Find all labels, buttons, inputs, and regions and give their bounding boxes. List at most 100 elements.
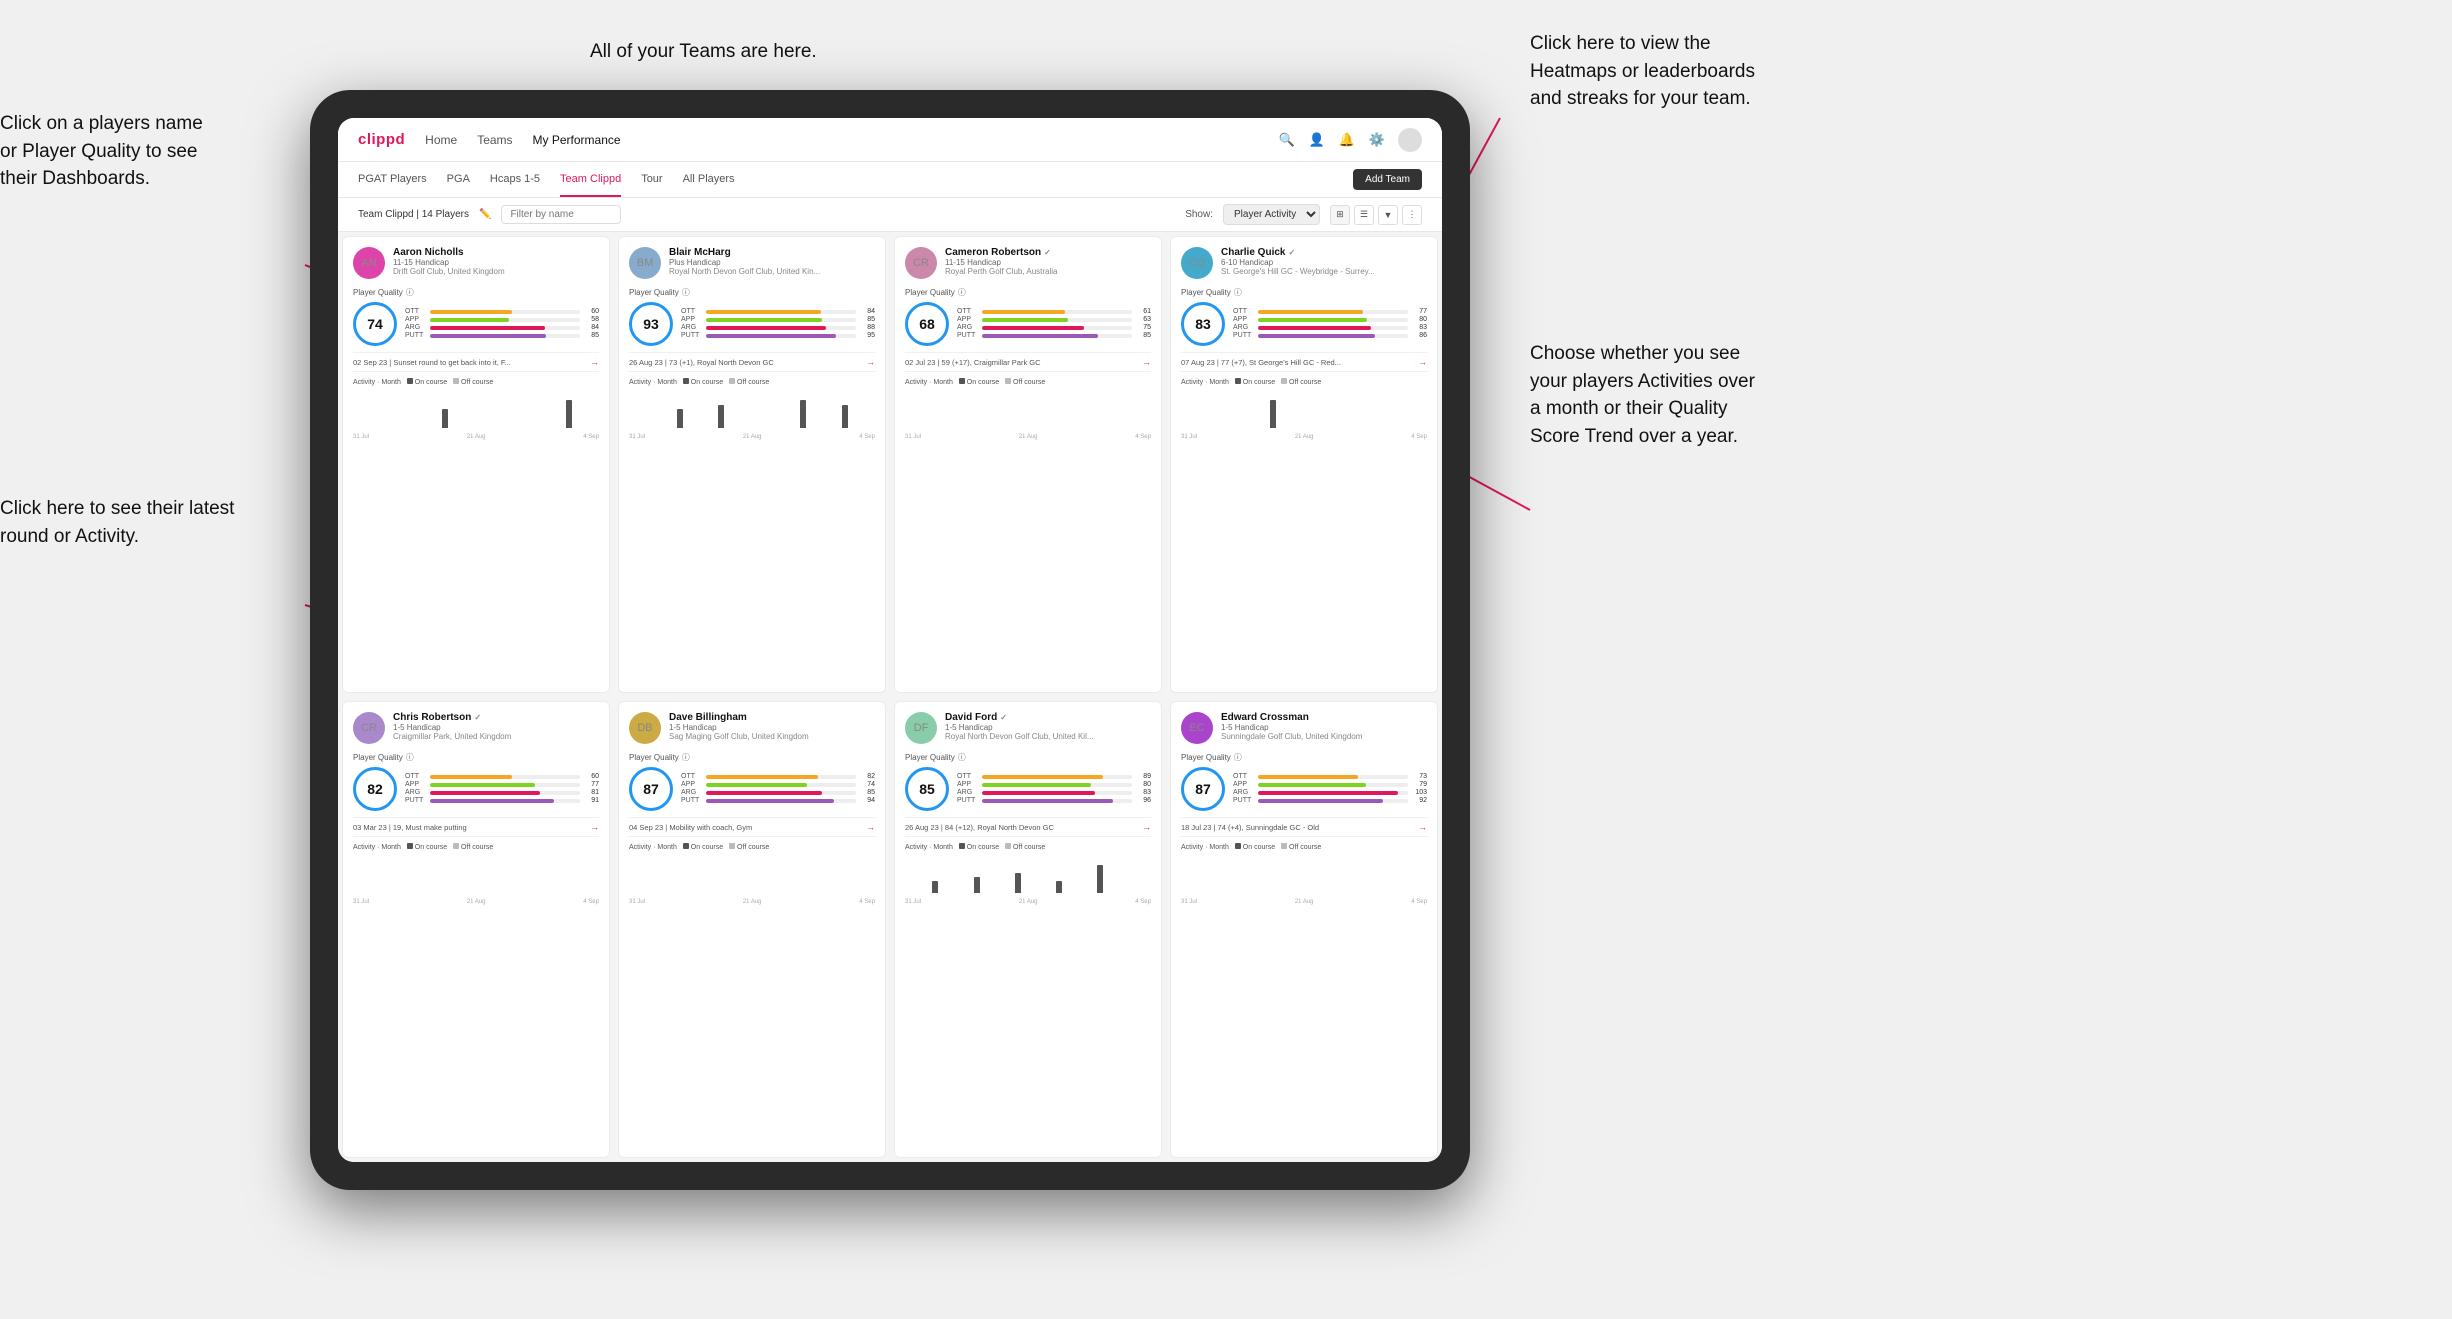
- quality-label: Player Quality ⓘ: [1181, 752, 1427, 763]
- quality-score[interactable]: 83: [1181, 302, 1225, 346]
- recent-round[interactable]: 26 Aug 23 | 84 (+12), Royal North Devon …: [905, 817, 1151, 837]
- nav-item-home[interactable]: Home: [425, 133, 457, 147]
- user-icon[interactable]: 👤: [1308, 131, 1326, 149]
- round-arrow[interactable]: →: [866, 357, 875, 367]
- round-arrow[interactable]: →: [590, 357, 599, 367]
- player-name[interactable]: Charlie Quick ✓: [1221, 247, 1427, 258]
- player-header: BM Blair McHarg Plus Handicap Royal Nort…: [629, 247, 875, 279]
- player-avatar: CQ: [1181, 247, 1213, 279]
- player-card[interactable]: AN Aaron Nicholls 11-15 Handicap Drift G…: [342, 236, 610, 693]
- nav-item-performance[interactable]: My Performance: [533, 133, 621, 147]
- subtab-pgat[interactable]: PGAT Players: [358, 162, 427, 197]
- quality-label: Player Quality ⓘ: [905, 752, 1151, 763]
- stat-row-arg: ARG 85: [681, 789, 875, 796]
- recent-round[interactable]: 18 Jul 23 | 74 (+4), Sunningdale GC - Ol…: [1181, 817, 1427, 837]
- nav-item-teams[interactable]: Teams: [477, 133, 512, 147]
- subtab-all-players[interactable]: All Players: [683, 162, 735, 197]
- recent-round[interactable]: 26 Aug 23 | 73 (+1), Royal North Devon G…: [629, 352, 875, 372]
- stat-row-ott: OTT 82: [681, 773, 875, 780]
- activity-label: Activity · Month On course Off course: [353, 378, 599, 386]
- quality-label: Player Quality ⓘ: [353, 752, 599, 763]
- quality-score[interactable]: 68: [905, 302, 949, 346]
- activity-chart: 31 Jul 21 Aug 4 Sep: [905, 390, 1151, 440]
- player-name[interactable]: David Ford ✓: [945, 712, 1151, 723]
- annotation-top-right: Click here to view theHeatmaps or leader…: [1530, 30, 1755, 113]
- filter-icon[interactable]: ▼: [1378, 205, 1398, 225]
- quality-stats: OTT 60 APP 58 ARG 84 PU: [405, 308, 599, 340]
- search-input[interactable]: [501, 205, 621, 224]
- settings-icon[interactable]: ⚙️: [1368, 131, 1386, 149]
- more-icon[interactable]: ⋮: [1402, 205, 1422, 225]
- player-club: Sunningdale Golf Club, United Kingdom: [1221, 732, 1427, 741]
- tablet-frame: clippd Home Teams My Performance 🔍 👤 🔔 ⚙…: [310, 90, 1470, 1190]
- quality-stats: OTT 77 APP 80 ARG 83 PU: [1233, 308, 1427, 340]
- recent-round[interactable]: 03 Mar 23 | 19, Must make putting →: [353, 817, 599, 837]
- round-arrow[interactable]: →: [1142, 357, 1151, 367]
- avatar[interactable]: [1398, 128, 1422, 152]
- subtab-tour[interactable]: Tour: [641, 162, 662, 197]
- annotation-top-center: All of your Teams are here.: [590, 38, 817, 66]
- activity-chart: 31 Jul 21 Aug 4 Sep: [353, 855, 599, 905]
- quality-score[interactable]: 87: [1181, 767, 1225, 811]
- quality-score[interactable]: 87: [629, 767, 673, 811]
- player-avatar: CR: [905, 247, 937, 279]
- player-name[interactable]: Aaron Nicholls: [393, 247, 599, 258]
- player-card[interactable]: DF David Ford ✓ 1-5 Handicap Royal North…: [894, 701, 1162, 1158]
- player-card[interactable]: BM Blair McHarg Plus Handicap Royal Nort…: [618, 236, 886, 693]
- stat-row-arg: ARG 83: [1233, 324, 1427, 331]
- view-icons: ⊞ ☰ ▼ ⋮: [1330, 205, 1422, 225]
- stat-row-app: APP 74: [681, 781, 875, 788]
- stat-row-ott: OTT 61: [957, 308, 1151, 315]
- stat-row-arg: ARG 75: [957, 324, 1151, 331]
- subtab-hcaps[interactable]: Hcaps 1-5: [490, 162, 540, 197]
- search-icon[interactable]: 🔍: [1278, 131, 1296, 149]
- activity-label: Activity · Month On course Off course: [1181, 843, 1427, 851]
- round-arrow[interactable]: →: [866, 822, 875, 832]
- player-card[interactable]: EC Edward Crossman 1-5 Handicap Sunningd…: [1170, 701, 1438, 1158]
- subtab-pga[interactable]: PGA: [447, 162, 470, 197]
- bell-icon[interactable]: 🔔: [1338, 131, 1356, 149]
- player-avatar: EC: [1181, 712, 1213, 744]
- activity-section: Activity · Month On course Off course: [1181, 378, 1427, 440]
- quality-score[interactable]: 74: [353, 302, 397, 346]
- quality-score[interactable]: 93: [629, 302, 673, 346]
- edit-icon[interactable]: ✏️: [479, 209, 491, 220]
- stat-row-putt: PUTT 85: [405, 332, 599, 339]
- player-avatar: AN: [353, 247, 385, 279]
- activity-chart: 31 Jul 21 Aug 4 Sep: [905, 855, 1151, 905]
- team-label: Team Clippd | 14 Players: [358, 209, 469, 220]
- player-header: CR Cameron Robertson ✓ 11-15 Handicap Ro…: [905, 247, 1151, 279]
- player-header: DB Dave Billingham 1-5 Handicap Sag Magi…: [629, 712, 875, 744]
- stat-row-putt: PUTT 86: [1233, 332, 1427, 339]
- stat-row-arg: ARG 103: [1233, 789, 1427, 796]
- player-card[interactable]: CR Cameron Robertson ✓ 11-15 Handicap Ro…: [894, 236, 1162, 693]
- recent-round[interactable]: 02 Jul 23 | 59 (+17), Craigmillar Park G…: [905, 352, 1151, 372]
- add-team-button[interactable]: Add Team: [1353, 169, 1422, 190]
- recent-round[interactable]: 04 Sep 23 | Mobility with coach, Gym →: [629, 817, 875, 837]
- recent-round[interactable]: 02 Sep 23 | Sunset round to get back int…: [353, 352, 599, 372]
- round-arrow[interactable]: →: [590, 822, 599, 832]
- quality-score[interactable]: 82: [353, 767, 397, 811]
- stat-row-ott: OTT 60: [405, 308, 599, 315]
- recent-round[interactable]: 07 Aug 23 | 77 (+7), St George's Hill GC…: [1181, 352, 1427, 372]
- player-card[interactable]: DB Dave Billingham 1-5 Handicap Sag Magi…: [618, 701, 886, 1158]
- round-arrow[interactable]: →: [1418, 822, 1427, 832]
- player-info: Edward Crossman 1-5 Handicap Sunningdale…: [1221, 712, 1427, 741]
- grid-view-icon[interactable]: ⊞: [1330, 205, 1350, 225]
- subtab-team-clippd[interactable]: Team Clippd: [560, 162, 621, 197]
- player-card[interactable]: CQ Charlie Quick ✓ 6-10 Handicap St. Geo…: [1170, 236, 1438, 693]
- round-arrow[interactable]: →: [1142, 822, 1151, 832]
- player-name[interactable]: Edward Crossman: [1221, 712, 1427, 723]
- player-name[interactable]: Chris Robertson ✓: [393, 712, 599, 723]
- list-view-icon[interactable]: ☰: [1354, 205, 1374, 225]
- player-name[interactable]: Cameron Robertson ✓: [945, 247, 1151, 258]
- navbar: clippd Home Teams My Performance 🔍 👤 🔔 ⚙…: [338, 118, 1442, 162]
- quality-score[interactable]: 85: [905, 767, 949, 811]
- player-name[interactable]: Dave Billingham: [669, 712, 875, 723]
- quality-section: Player Quality ⓘ 93 OTT 84 APP 85 ARG: [629, 287, 875, 346]
- player-name[interactable]: Blair McHarg: [669, 247, 875, 258]
- stat-row-putt: PUTT 91: [405, 797, 599, 804]
- player-card[interactable]: CR Chris Robertson ✓ 1-5 Handicap Craigm…: [342, 701, 610, 1158]
- show-select[interactable]: Player Activity Quality Score: [1223, 204, 1320, 225]
- round-arrow[interactable]: →: [1418, 357, 1427, 367]
